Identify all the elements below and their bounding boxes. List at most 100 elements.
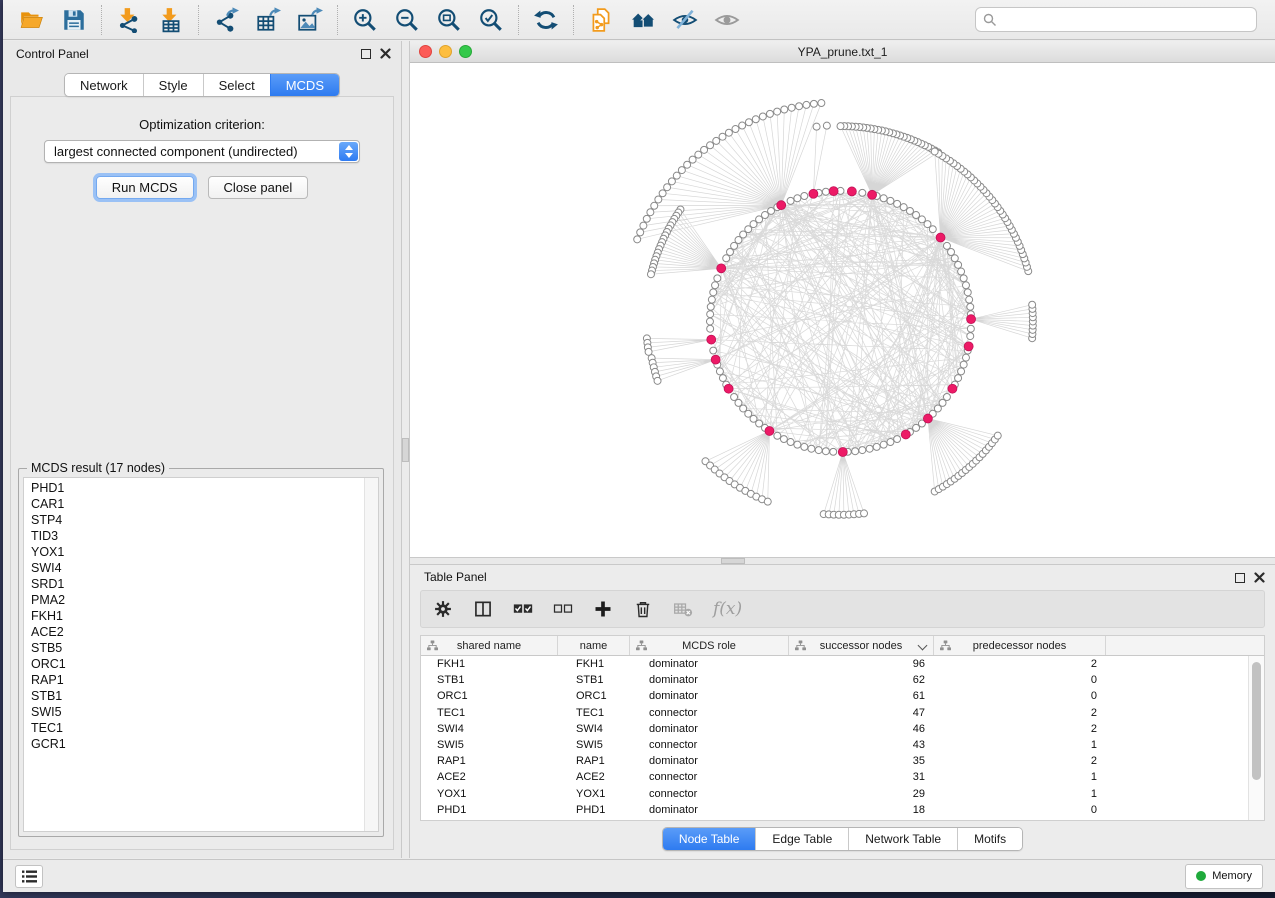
mcds-result-item[interactable]: YOX1 bbox=[24, 544, 378, 560]
mcds-result-item[interactable]: GCR1 bbox=[24, 736, 378, 752]
table-row[interactable]: TEC1TEC1connector472 bbox=[421, 705, 1249, 721]
mcds-result-item[interactable]: STB5 bbox=[24, 640, 378, 656]
show-panels-button[interactable] bbox=[15, 865, 43, 888]
export-network-icon bbox=[213, 7, 239, 33]
splitter-grip[interactable] bbox=[721, 558, 745, 564]
column-header-MCDS-role[interactable]: MCDS role bbox=[630, 636, 789, 655]
mcds-result-item[interactable]: ACE2 bbox=[24, 624, 378, 640]
mcds-result-item[interactable]: STB1 bbox=[24, 688, 378, 704]
table-row[interactable]: SWI4SWI4dominator462 bbox=[421, 721, 1249, 737]
add-row-button[interactable] bbox=[593, 599, 613, 619]
cell-shared-name: PHD1 bbox=[421, 804, 558, 816]
mcds-result-item[interactable]: ORC1 bbox=[24, 656, 378, 672]
export-network-button[interactable] bbox=[205, 3, 247, 37]
show-all-button[interactable] bbox=[706, 3, 748, 37]
close-window-icon[interactable] bbox=[419, 45, 432, 58]
mcds-result-item[interactable]: SRD1 bbox=[24, 576, 378, 592]
table-row[interactable]: FKH1FKH1dominator962 bbox=[421, 656, 1249, 672]
control-panel-tabs: NetworkStyleSelectMCDS bbox=[3, 73, 401, 97]
table-row[interactable]: SWI5SWI5connector431 bbox=[421, 737, 1249, 753]
cell-successor-nodes: 46 bbox=[789, 723, 934, 735]
first-neighbors-button[interactable] bbox=[622, 3, 664, 37]
table-tab-edge-table[interactable]: Edge Table bbox=[755, 828, 848, 850]
refresh-button[interactable] bbox=[525, 3, 567, 37]
clone-network-icon bbox=[588, 7, 614, 33]
tab-select[interactable]: Select bbox=[203, 74, 270, 96]
table-scrollbar[interactable] bbox=[1248, 656, 1264, 820]
column-header-successor-nodes[interactable]: successor nodes bbox=[789, 636, 934, 655]
table-row[interactable]: STB1STB1dominator620 bbox=[421, 672, 1249, 688]
mcds-result-item[interactable]: FKH1 bbox=[24, 608, 378, 624]
import-network-button[interactable] bbox=[108, 3, 150, 37]
table-tabs: Node TableEdge TableNetwork TableMotifs bbox=[410, 827, 1275, 851]
tab-mcds[interactable]: MCDS bbox=[270, 74, 339, 96]
maximize-window-icon[interactable] bbox=[459, 45, 472, 58]
open-file-icon bbox=[19, 7, 45, 33]
show-columns-button[interactable] bbox=[473, 599, 493, 619]
close-panel-button[interactable]: Close panel bbox=[208, 176, 309, 199]
close-panel-icon[interactable] bbox=[380, 48, 391, 59]
import-table-button[interactable] bbox=[150, 3, 192, 37]
toolbar-icon-groups bbox=[11, 3, 748, 37]
cell-MCDS-role: connector bbox=[630, 707, 789, 719]
zoom-selected-button[interactable] bbox=[470, 3, 512, 37]
horizontal-splitter[interactable] bbox=[410, 557, 1275, 565]
mcds-result-list[interactable]: PHD1CAR1STP4TID3YOX1SWI4SRD1PMA2FKH1ACE2… bbox=[23, 477, 379, 832]
splitter-grip[interactable] bbox=[402, 438, 409, 462]
close-panel-icon[interactable] bbox=[1254, 572, 1265, 583]
table-row[interactable]: PHD1PHD1dominator180 bbox=[421, 802, 1249, 818]
mcds-result-item[interactable]: CAR1 bbox=[24, 496, 378, 512]
zoom-out-icon bbox=[394, 7, 420, 33]
column-header-name[interactable]: name bbox=[558, 636, 630, 655]
column-header-predecessor-nodes[interactable]: predecessor nodes bbox=[934, 636, 1106, 655]
float-panel-icon[interactable] bbox=[361, 49, 371, 59]
table-scrollbar-thumb[interactable] bbox=[1252, 662, 1261, 780]
open-file-button[interactable] bbox=[11, 3, 53, 37]
search-input[interactable] bbox=[975, 7, 1257, 32]
tab-style[interactable]: Style bbox=[143, 74, 203, 96]
mcds-result-item[interactable]: TID3 bbox=[24, 528, 378, 544]
tab-network[interactable]: Network bbox=[65, 74, 143, 96]
zoom-fit-button[interactable] bbox=[428, 3, 470, 37]
float-panel-icon[interactable] bbox=[1235, 573, 1245, 583]
table-row[interactable]: YOX1YOX1connector291 bbox=[421, 786, 1249, 802]
memory-button[interactable]: Memory bbox=[1185, 864, 1263, 889]
zoom-in-button[interactable] bbox=[344, 3, 386, 37]
deselect-all-button[interactable] bbox=[553, 599, 573, 619]
result-list-scrollbar[interactable] bbox=[364, 478, 378, 831]
mcds-result-item[interactable]: RAP1 bbox=[24, 672, 378, 688]
table-row[interactable]: ORC1ORC1dominator610 bbox=[421, 688, 1249, 704]
minimize-window-icon[interactable] bbox=[439, 45, 452, 58]
mcds-result-item[interactable]: PMA2 bbox=[24, 592, 378, 608]
zoom-out-button[interactable] bbox=[386, 3, 428, 37]
optimization-criterion-select[interactable]: largest connected component (undirected) bbox=[44, 140, 360, 163]
table-tab-node-table[interactable]: Node Table bbox=[663, 828, 756, 850]
settings-button[interactable] bbox=[433, 599, 453, 619]
mcds-result-item[interactable]: PHD1 bbox=[24, 480, 378, 496]
delete-row-button[interactable] bbox=[633, 599, 653, 619]
mcds-result-item[interactable]: SWI4 bbox=[24, 560, 378, 576]
network-view-title: YPA_prune.txt_1 bbox=[798, 45, 888, 59]
table-tab-motifs[interactable]: Motifs bbox=[957, 828, 1022, 850]
table-row[interactable]: RAP1RAP1dominator352 bbox=[421, 753, 1249, 769]
add-row-icon bbox=[593, 599, 613, 619]
sort-chevron-icon[interactable] bbox=[918, 641, 928, 651]
mcds-result-item[interactable]: STP4 bbox=[24, 512, 378, 528]
vertical-splitter[interactable] bbox=[401, 41, 410, 858]
select-all-button[interactable] bbox=[513, 599, 533, 619]
export-table-button[interactable] bbox=[247, 3, 289, 37]
mcds-result-item[interactable]: SWI5 bbox=[24, 704, 378, 720]
run-mcds-button[interactable]: Run MCDS bbox=[96, 176, 194, 199]
table-tab-network-table[interactable]: Network Table bbox=[848, 828, 957, 850]
export-image-button[interactable] bbox=[289, 3, 331, 37]
settings-icon bbox=[433, 599, 453, 619]
clone-network-button[interactable] bbox=[580, 3, 622, 37]
table-row[interactable]: ACE2ACE2connector311 bbox=[421, 769, 1249, 785]
column-header-shared-name[interactable]: shared name bbox=[421, 636, 558, 655]
save-session-button[interactable] bbox=[53, 3, 95, 37]
hide-selected-button[interactable] bbox=[664, 3, 706, 37]
column-header-filler bbox=[1106, 636, 1264, 655]
column-label: shared name bbox=[457, 640, 521, 652]
mcds-result-item[interactable]: TEC1 bbox=[24, 720, 378, 736]
network-canvas[interactable] bbox=[410, 63, 1275, 557]
